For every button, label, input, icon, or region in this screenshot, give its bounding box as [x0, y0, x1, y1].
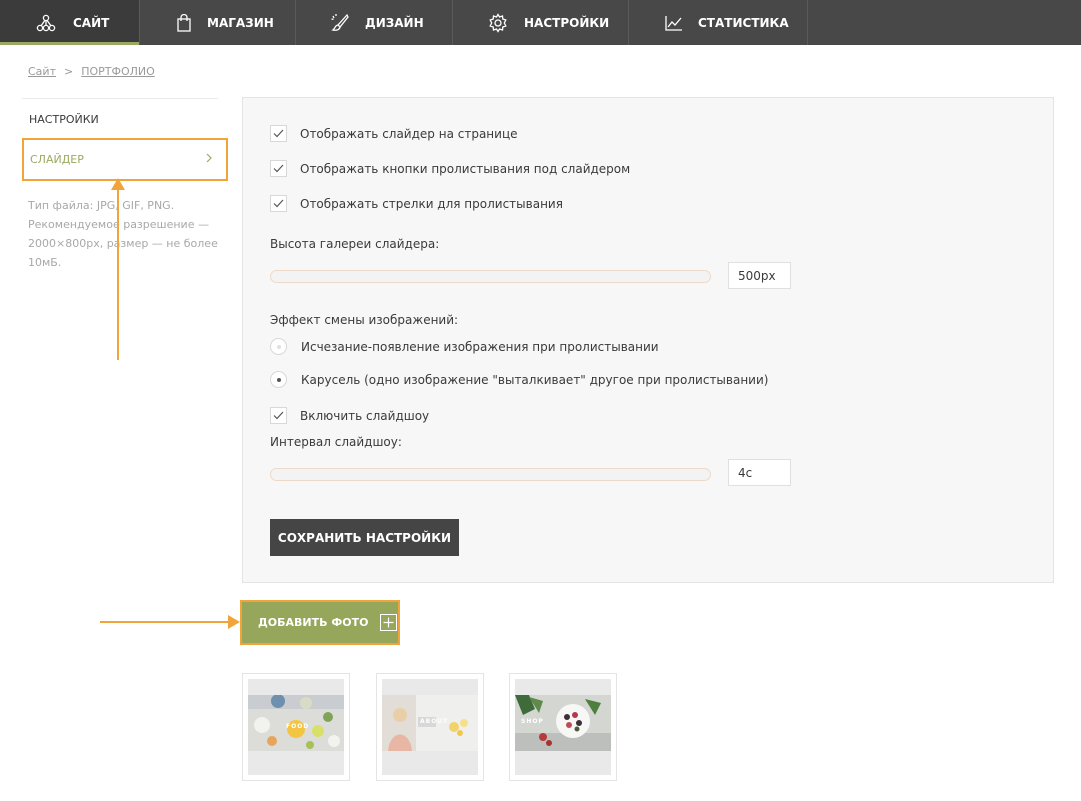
checkbox-row-show-slider[interactable]: Отображать слайдер на странице — [270, 125, 518, 142]
tab-site-label: САЙТ — [73, 15, 110, 30]
add-photo-button[interactable]: ДОБАВИТЬ ФОТО — [240, 600, 400, 645]
photo-image: ABOUT — [382, 679, 478, 775]
radio-dot — [276, 377, 281, 382]
gear-icon — [487, 12, 509, 34]
checkbox-show-arrows[interactable] — [270, 195, 287, 212]
annotation-arrow-right — [100, 621, 230, 623]
radio-row-fade[interactable]: Исчезание-появление изображения при прол… — [270, 338, 659, 355]
slider-settings-panel: Отображать слайдер на странице Отображат… — [242, 97, 1054, 583]
photo-image: FOOD — [248, 679, 344, 775]
check-icon — [273, 411, 284, 420]
radio-dot — [276, 344, 281, 349]
thumbnail-caption: SHOP — [521, 718, 544, 725]
transition-effect-label: Эффект смены изображений: — [270, 313, 459, 327]
gallery-height-value[interactable]: 500px — [728, 262, 791, 289]
check-icon — [273, 199, 284, 208]
checkbox-slideshow[interactable] — [270, 407, 287, 424]
radio-label: Карусель (одно изображение "выталкивает"… — [301, 372, 769, 387]
save-settings-button[interactable]: СОХРАНИТЬ НАСТРОЙКИ — [270, 519, 459, 556]
sidebar-item-label: СЛАЙДЕР — [30, 153, 84, 166]
check-icon — [273, 164, 284, 173]
slideshow-interval-slider[interactable] — [270, 468, 711, 481]
file-requirements-note: Тип файла: JPG, GIF, PNG. Рекомендуемое … — [28, 199, 218, 269]
photo-thumbnail[interactable]: ABOUT — [376, 673, 484, 781]
check-icon — [273, 129, 284, 138]
sidebar-divider — [22, 98, 218, 99]
checkbox-show-slider[interactable] — [270, 125, 287, 142]
radio-fade[interactable] — [270, 338, 287, 355]
photo-thumbnail[interactable]: SHOP — [509, 673, 617, 781]
tab-shop-label: МАГАЗИН — [207, 15, 274, 30]
tab-site[interactable]: САЙТ — [0, 0, 140, 45]
checkbox-row-show-nav-buttons[interactable]: Отображать кнопки пролистывания под слай… — [270, 160, 630, 177]
slideshow-interval-label: Интервал слайдшоу: — [270, 435, 402, 449]
gallery-height-slider[interactable] — [270, 270, 711, 283]
photo-image: SHOP — [515, 679, 611, 775]
line-chart-icon — [663, 12, 685, 34]
checkbox-row-show-arrows[interactable]: Отображать стрелки для пролистывания — [270, 195, 563, 212]
slideshow-interval-value[interactable]: 4с — [728, 459, 791, 486]
checkbox-row-slideshow[interactable]: Включить слайдшоу — [270, 407, 429, 424]
network-icon — [35, 12, 57, 34]
breadcrumb-current-link[interactable]: ПОРТФОЛИО — [81, 65, 155, 78]
sidebar-item-slider[interactable]: СЛАЙДЕР — [22, 138, 228, 181]
breadcrumb: Сайт > ПОРТФОЛИО — [28, 65, 155, 78]
tab-settings-label: НАСТРОЙКИ — [524, 15, 610, 30]
tab-design[interactable]: ДИЗАЙН — [296, 0, 453, 45]
tab-shop[interactable]: МАГАЗИН — [140, 0, 296, 45]
add-photo-label: ДОБАВИТЬ ФОТО — [258, 616, 369, 629]
brush-icon — [329, 12, 351, 34]
breadcrumb-separator: > — [63, 65, 74, 78]
tab-statistics[interactable]: СТАТИСТИКА — [629, 0, 808, 45]
radio-label: Исчезание-появление изображения при прол… — [301, 339, 659, 354]
sidebar-item-settings[interactable]: НАСТРОЙКИ — [22, 108, 228, 130]
sidebar-item-label: НАСТРОЙКИ — [29, 112, 99, 126]
gallery-height-label: Высота галереи слайдера: — [270, 237, 440, 251]
thumbnail-caption: ABOUT — [420, 718, 449, 725]
checkbox-label: Отображать стрелки для пролистывания — [300, 196, 563, 211]
tab-statistics-label: СТАТИСТИКА — [698, 15, 789, 30]
thumbnail-caption: FOOD — [286, 723, 310, 730]
radio-carousel[interactable] — [270, 371, 287, 388]
tab-settings[interactable]: НАСТРОЙКИ — [453, 0, 629, 45]
annotation-arrow-up-head — [111, 178, 125, 190]
annotation-arrow-right-head — [228, 615, 240, 629]
tab-design-label: ДИЗАЙН — [365, 15, 424, 30]
breadcrumb-root-link[interactable]: Сайт — [28, 65, 56, 78]
top-navigation: САЙТ МАГАЗИН ДИЗАЙН НАСТРОЙКИ СТАТИСТИКА — [0, 0, 1081, 45]
annotation-arrow-up — [117, 186, 119, 360]
checkbox-label: Отображать слайдер на странице — [300, 126, 518, 141]
photo-thumbnail[interactable]: FOOD — [242, 673, 350, 781]
plus-icon — [380, 614, 398, 631]
radio-row-carousel[interactable]: Карусель (одно изображение "выталкивает"… — [270, 371, 768, 388]
checkbox-label: Отображать кнопки пролистывания под слай… — [300, 161, 631, 176]
shopping-bag-icon — [173, 12, 195, 34]
chevron-right-icon — [206, 153, 212, 166]
checkbox-label: Включить слайдшоу — [300, 408, 430, 423]
checkbox-show-nav-buttons[interactable] — [270, 160, 287, 177]
